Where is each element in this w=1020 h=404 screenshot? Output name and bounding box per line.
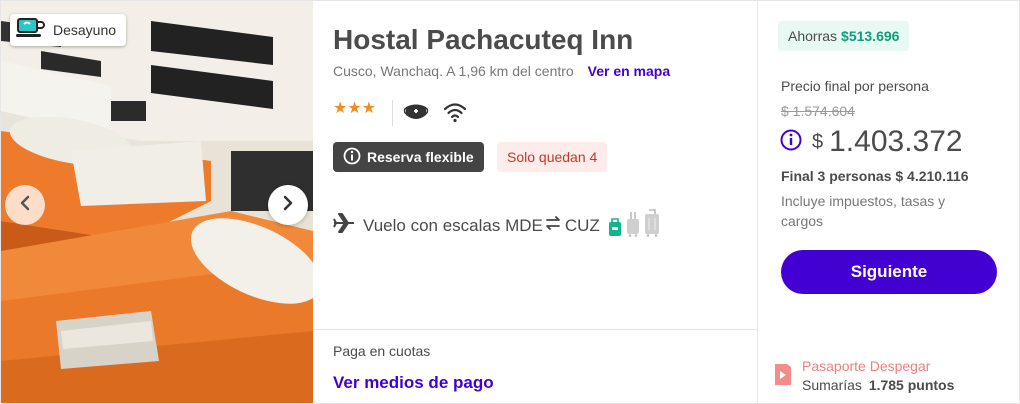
chevron-left-icon: [18, 195, 32, 216]
currency-symbol: $: [812, 130, 824, 153]
loyalty-points-text: Sumarías 1.785 puntos: [802, 375, 954, 395]
chevron-right-icon: [281, 195, 295, 216]
view-map-link[interactable]: Ver en mapa: [588, 63, 671, 79]
carry-on-icon: [625, 211, 641, 242]
hotel-card: Desayuno Hostal Pachacuteq Inn Cusco, Wa…: [0, 0, 1020, 404]
next-button[interactable]: Siguiente: [781, 250, 997, 294]
divider: [313, 329, 757, 330]
taxes-included-note: Incluye impuestos, tasas y cargos: [781, 193, 946, 229]
mask-icon: [403, 101, 429, 128]
price-info-icon[interactable]: [780, 129, 802, 156]
personal-bag-icon: [608, 217, 622, 242]
loyalty-points: Pasaporte Despegar Sumarías 1.785 puntos: [772, 357, 954, 395]
loyalty-prefix: Sumarías: [802, 377, 862, 393]
passport-icon: [772, 361, 794, 392]
installments-label: Paga en cuotas: [333, 343, 431, 359]
breakfast-badge: Desayuno: [10, 14, 127, 46]
airplane-icon: [333, 212, 355, 239]
coffee-cup-icon: [15, 16, 45, 45]
next-photo-button[interactable]: [268, 185, 308, 225]
previous-photo-button[interactable]: [5, 185, 45, 225]
baggage-icons: [608, 209, 660, 242]
round-trip-arrows-icon: [543, 215, 563, 236]
savings-amount: $513.696: [841, 28, 900, 44]
final-price: 1.403.372: [829, 125, 963, 158]
flexible-booking-label: Reserva flexible: [367, 149, 474, 165]
pricing-panel: Ahorras $513.696 Precio final por person…: [758, 1, 1019, 403]
info-icon: [343, 147, 361, 168]
star-rating: ★★★: [333, 100, 377, 117]
payment-methods-link[interactable]: Ver medios de pago: [333, 373, 494, 393]
breakfast-label: Desayuno: [53, 22, 117, 38]
price-row: $ 1.403.372: [780, 125, 963, 159]
savings-badge: Ahorras $513.696: [778, 21, 910, 51]
loyalty-title[interactable]: Pasaporte Despegar: [802, 357, 954, 375]
savings-label: Ahorras: [788, 28, 838, 44]
address-text: Cusco, Wanchaq. A 1,96 km del centro: [333, 63, 574, 79]
availability-tag: Solo quedan 4: [497, 142, 608, 172]
hotel-address: Cusco, Wanchaq. A 1,96 km del centro Ver…: [333, 63, 670, 79]
flight-destination: CUZ: [564, 215, 600, 235]
total-price: Final 3 personas $ 4.210.116: [781, 168, 969, 184]
flight-info: Vuelo con escalas MDE CUZ: [333, 209, 660, 242]
wifi-icon: [443, 101, 467, 128]
hotel-details: Hostal Pachacuteq Inn Cusco, Wanchaq. A …: [313, 1, 758, 403]
divider: [392, 100, 393, 126]
hotel-photo[interactable]: Desayuno: [1, 1, 313, 403]
hotel-name[interactable]: Hostal Pachacuteq Inn: [333, 24, 633, 56]
checked-bag-icon: [644, 209, 660, 242]
original-price: $ 1.574.604: [781, 103, 855, 119]
room-image: [1, 1, 313, 403]
final-price-label: Precio final por persona: [781, 78, 929, 94]
flexible-booking-tag: Reserva flexible: [333, 142, 484, 172]
loyalty-points-value: 1.785 puntos: [868, 377, 955, 393]
flight-label: Vuelo con escalas MDE: [363, 215, 543, 235]
